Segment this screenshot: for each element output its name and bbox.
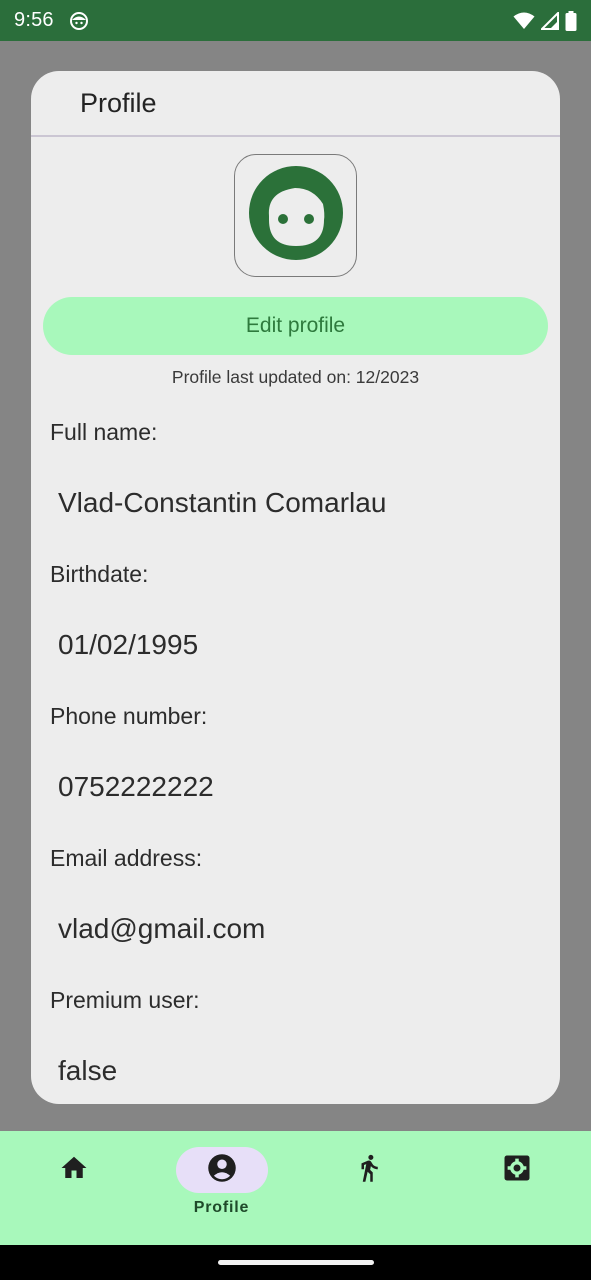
android-face-icon bbox=[69, 11, 88, 30]
nav-pill-profile bbox=[175, 1147, 268, 1193]
home-icon bbox=[59, 1153, 89, 1188]
nav-pill-activity bbox=[323, 1147, 415, 1193]
birthdate-label: Birthdate: bbox=[50, 561, 149, 587]
walk-icon bbox=[354, 1153, 384, 1188]
full-name-value: Vlad-Constantin Comarlau bbox=[58, 487, 387, 518]
nav-pill-home bbox=[28, 1147, 120, 1193]
edit-profile-button[interactable]: Edit profile bbox=[43, 297, 548, 355]
battery-icon bbox=[565, 10, 577, 31]
face-icon bbox=[247, 164, 345, 267]
account-circle-icon bbox=[207, 1153, 237, 1188]
email-address-value: vlad@gmail.com bbox=[58, 913, 266, 944]
premium-user-value: false bbox=[58, 1055, 118, 1086]
wifi-icon bbox=[513, 12, 535, 30]
birthdate-value: 01/02/1995 bbox=[58, 629, 199, 660]
nav-item-home[interactable] bbox=[0, 1131, 147, 1245]
status-icons bbox=[513, 10, 577, 31]
page-title: Profile bbox=[80, 87, 157, 118]
full-name-label: Full name: bbox=[50, 419, 158, 445]
nav-label-profile: Profile bbox=[193, 1199, 250, 1216]
profile-card: Profile Edit profile Profile last update… bbox=[31, 71, 560, 1104]
settings-icon bbox=[502, 1153, 532, 1188]
nav-item-settings[interactable] bbox=[443, 1131, 590, 1245]
gesture-handle[interactable] bbox=[218, 1260, 374, 1265]
status-time: 9:56 bbox=[14, 9, 54, 31]
card-header: Profile bbox=[31, 71, 560, 137]
email-address-label: Email address: bbox=[50, 845, 203, 871]
nav-item-activity[interactable] bbox=[295, 1131, 442, 1245]
phone-number-label: Phone number: bbox=[50, 703, 208, 729]
status-bar: 9:56 bbox=[0, 0, 591, 41]
cell-signal-icon bbox=[541, 11, 559, 30]
premium-user-label: Premium user: bbox=[50, 987, 200, 1013]
bottom-nav: Profile bbox=[0, 1131, 591, 1245]
gesture-bar bbox=[0, 1245, 591, 1280]
nav-pill-settings bbox=[471, 1147, 563, 1193]
phone-number-value: 0752222222 bbox=[58, 771, 214, 802]
nav-item-profile[interactable]: Profile bbox=[148, 1131, 295, 1245]
avatar bbox=[234, 154, 357, 277]
profile-updated-text: Profile last updated on: 12/2023 bbox=[171, 367, 420, 387]
